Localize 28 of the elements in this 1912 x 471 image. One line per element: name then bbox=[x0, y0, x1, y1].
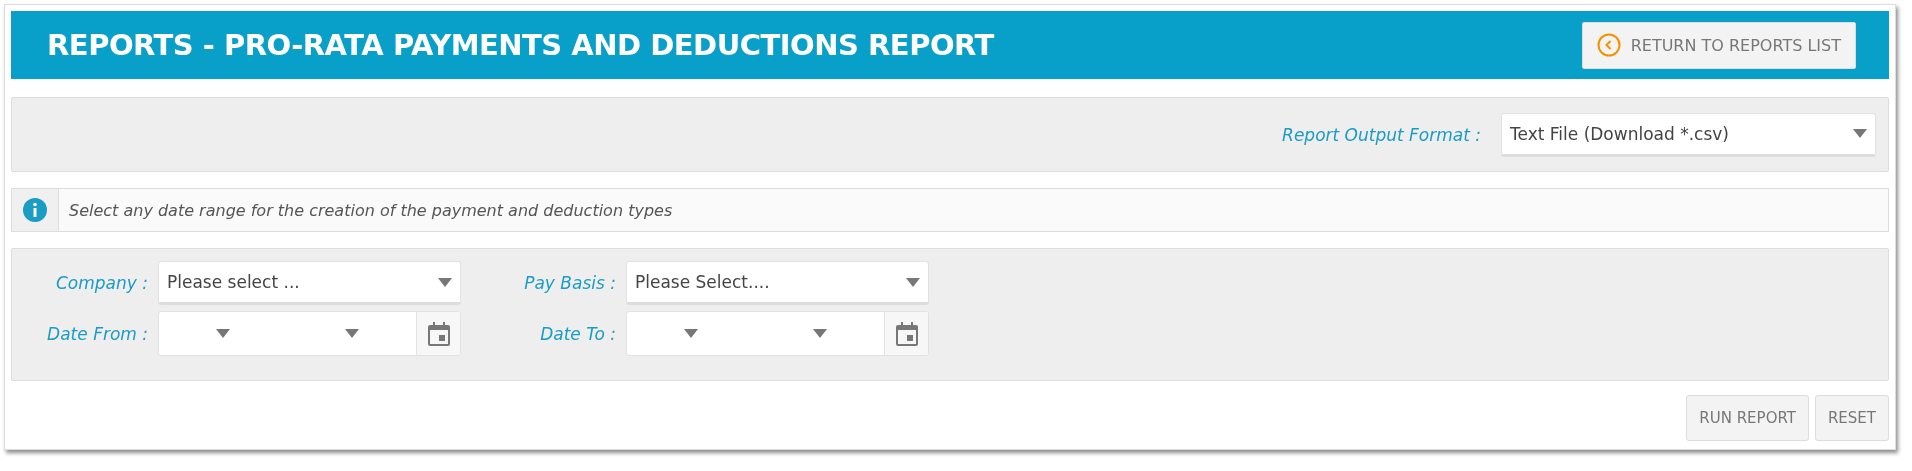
caret-icon bbox=[438, 277, 452, 287]
info-message: Select any date range for the creation of the payment and deduction types bbox=[68, 199, 673, 222]
dropdown[interactable]: Please Select.... bbox=[626, 261, 929, 305]
info-icon bbox=[23, 198, 47, 222]
field-label: Report Output Format : bbox=[1282, 124, 1481, 145]
calendar-icon bbox=[427, 321, 450, 346]
calendar-button[interactable] bbox=[884, 312, 928, 355]
dropdown[interactable]: Text File (Download *.csv) bbox=[1501, 112, 1876, 157]
field-label: Date To : bbox=[539, 323, 616, 344]
field-label: Company : bbox=[55, 273, 148, 293]
caret-icon bbox=[906, 277, 920, 287]
caret-icon bbox=[216, 329, 231, 338]
action-button[interactable]: RUN REPORT bbox=[1686, 395, 1809, 441]
dropdown[interactable]: Please select ... bbox=[158, 261, 461, 305]
return-button[interactable]: RETURN TO REPORTS LIST bbox=[1581, 21, 1856, 69]
date-field[interactable] bbox=[626, 311, 929, 356]
calendar-button[interactable] bbox=[416, 312, 460, 355]
caret-icon bbox=[1853, 129, 1867, 138]
caret-icon bbox=[684, 329, 699, 338]
field-label: Date From : bbox=[46, 323, 148, 344]
date-field[interactable] bbox=[158, 311, 461, 356]
caret-icon bbox=[344, 329, 359, 338]
calendar-icon bbox=[895, 321, 918, 346]
caret-icon bbox=[812, 329, 827, 338]
back-icon bbox=[1596, 33, 1621, 57]
field-label: Pay Basis : bbox=[523, 273, 616, 293]
action-button[interactable]: RESET bbox=[1814, 395, 1889, 441]
page-title: REPORTS - PRO-RATA PAYMENTS AND DEDUCTIONS REPORT bbox=[47, 28, 994, 62]
